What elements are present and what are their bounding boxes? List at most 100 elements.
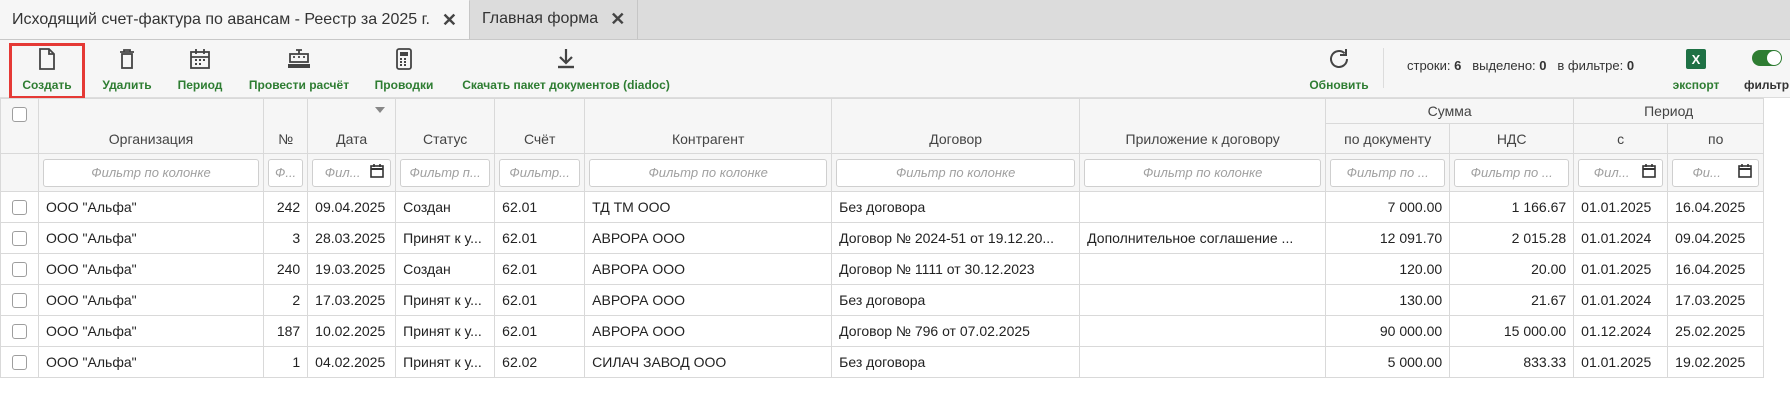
cell-contractor[interactable]: АВРОРА ООО: [584, 222, 833, 254]
calculate-button[interactable]: Провести расчёт: [244, 46, 354, 96]
table-row[interactable]: ООО "Альфа" 240 19.03.2025 Создан 62.01 АВРОР…: [0, 253, 1765, 285]
tab-registry[interactable]: Исходящий счет-фактура по авансам - Реес…: [0, 0, 470, 39]
cell-appendix[interactable]: [1079, 315, 1327, 347]
create-button[interactable]: Создать: [9, 43, 85, 99]
col-contractor-header[interactable]: Контрагент: [584, 98, 833, 154]
row-checkbox[interactable]: [12, 231, 27, 247]
cell-vat[interactable]: 2 015.28: [1449, 222, 1575, 254]
cell-contractor[interactable]: ТД ТМ ООО: [584, 191, 833, 223]
cell-from[interactable]: 01.12.2024: [1573, 315, 1669, 347]
cell-account[interactable]: 62.01: [494, 253, 586, 285]
cell-account[interactable]: 62.01: [494, 191, 586, 223]
row-checkbox[interactable]: [12, 262, 27, 278]
row-checkbox[interactable]: [12, 355, 27, 371]
col-date-header[interactable]: Дата: [307, 98, 397, 154]
cell-contract[interactable]: Договор № 1111 от 30.12.2023: [831, 253, 1081, 285]
cell-contract[interactable]: Без договора: [831, 191, 1081, 223]
cell-to[interactable]: 25.02.2025: [1667, 315, 1765, 347]
filter-toggle[interactable]: фильтр: [1738, 46, 1790, 96]
cell-date[interactable]: 19.03.2025: [307, 253, 397, 285]
by-doc-filter-input[interactable]: Фильтр по ...: [1330, 158, 1446, 187]
table-row[interactable]: ООО "Альфа" 2 17.03.2025 Принят к у... 62.01…: [0, 284, 1765, 316]
row-checkbox[interactable]: [12, 324, 27, 340]
cell-org[interactable]: ООО "Альфа": [38, 253, 264, 285]
cell-status[interactable]: Принят к у...: [395, 346, 496, 378]
table-row[interactable]: ООО "Альфа" 242 09.04.2025 Создан 62.01 ТД ТМ…: [0, 191, 1765, 223]
cell-date[interactable]: 28.03.2025: [307, 222, 397, 254]
cell-status[interactable]: Принят к у...: [395, 222, 496, 254]
cell-by-doc[interactable]: 5 000.00: [1325, 346, 1451, 378]
cell-date[interactable]: 09.04.2025: [307, 191, 397, 223]
vat-filter-input[interactable]: Фильтр по ...: [1454, 158, 1570, 187]
cell-from[interactable]: 01.01.2024: [1573, 284, 1669, 316]
contract-filter-input[interactable]: Фильтр по колонке: [836, 158, 1076, 187]
calendar-icon[interactable]: [1642, 164, 1656, 181]
cell-from[interactable]: 01.01.2025: [1573, 346, 1669, 378]
cell-num[interactable]: 187: [262, 315, 309, 347]
col-from-header[interactable]: с: [1573, 123, 1669, 154]
cell-vat[interactable]: 20.00: [1449, 253, 1575, 285]
cell-from[interactable]: 01.01.2024: [1573, 222, 1669, 254]
cell-to[interactable]: 16.04.2025: [1667, 191, 1765, 223]
from-filter-input[interactable]: Фил...: [1578, 158, 1664, 187]
org-filter-input[interactable]: Фильтр по колонке: [43, 158, 259, 187]
cell-to[interactable]: 19.02.2025: [1667, 346, 1765, 378]
cell-vat[interactable]: 1 166.67: [1449, 191, 1575, 223]
select-all-checkbox[interactable]: [12, 106, 27, 122]
col-num-header[interactable]: №: [262, 98, 309, 154]
to-filter-input[interactable]: Фи...: [1672, 158, 1760, 187]
cell-status[interactable]: Создан: [395, 191, 496, 223]
calendar-icon[interactable]: [370, 164, 384, 181]
cell-to[interactable]: 09.04.2025: [1667, 222, 1765, 254]
cell-num[interactable]: 1: [262, 346, 309, 378]
cell-vat[interactable]: 833.33: [1449, 346, 1575, 378]
col-to-header[interactable]: по: [1667, 123, 1765, 154]
col-by-doc-header[interactable]: по документу: [1325, 123, 1451, 154]
col-status-header[interactable]: Статус: [395, 98, 496, 154]
cell-appendix[interactable]: [1079, 191, 1327, 223]
cell-date[interactable]: 10.02.2025: [307, 315, 397, 347]
tab-main-form[interactable]: Главная форма ✕: [470, 0, 639, 39]
col-appendix-header[interactable]: Приложение к договору: [1079, 98, 1327, 154]
cell-contract[interactable]: Без договора: [831, 284, 1081, 316]
cell-by-doc[interactable]: 90 000.00: [1325, 315, 1451, 347]
cell-to[interactable]: 16.04.2025: [1667, 253, 1765, 285]
cell-date[interactable]: 17.03.2025: [307, 284, 397, 316]
cell-num[interactable]: 242: [262, 191, 309, 223]
cell-account[interactable]: 62.01: [494, 284, 586, 316]
cell-num[interactable]: 240: [262, 253, 309, 285]
cell-vat[interactable]: 21.67: [1449, 284, 1575, 316]
cell-contractor[interactable]: АВРОРА ООО: [584, 284, 833, 316]
cell-by-doc[interactable]: 7 000.00: [1325, 191, 1451, 223]
refresh-button[interactable]: Обновить: [1304, 46, 1374, 96]
table-row[interactable]: ООО "Альфа" 1 04.02.2025 Принят к у... 62.02…: [0, 346, 1765, 378]
cell-to[interactable]: 17.03.2025: [1667, 284, 1765, 316]
col-account-header[interactable]: Счёт: [494, 98, 586, 154]
cell-from[interactable]: 01.01.2025: [1573, 191, 1669, 223]
cell-account[interactable]: 62.02: [494, 346, 586, 378]
cell-appendix[interactable]: [1079, 346, 1327, 378]
table-row[interactable]: ООО "Альфа" 187 10.02.2025 Принят к у... 62.…: [0, 315, 1765, 347]
table-row[interactable]: ООО "Альфа" 3 28.03.2025 Принят к у... 62.01…: [0, 222, 1765, 254]
cell-date[interactable]: 04.02.2025: [307, 346, 397, 378]
cell-from[interactable]: 01.01.2025: [1573, 253, 1669, 285]
account-filter-input[interactable]: Фильтр...: [499, 158, 581, 187]
row-checkbox[interactable]: [12, 293, 27, 309]
cell-appendix[interactable]: [1079, 284, 1327, 316]
cell-contractor[interactable]: АВРОРА ООО: [584, 253, 833, 285]
cell-org[interactable]: ООО "Альфа": [38, 191, 264, 223]
cell-contractor[interactable]: СИЛАЧ ЗАВОД ООО: [584, 346, 833, 378]
cell-num[interactable]: 3: [262, 222, 309, 254]
cell-by-doc[interactable]: 12 091.70: [1325, 222, 1451, 254]
export-button[interactable]: X экспорт: [1666, 46, 1726, 96]
cell-status[interactable]: Создан: [395, 253, 496, 285]
cell-account[interactable]: 62.01: [494, 315, 586, 347]
cell-status[interactable]: Принят к у...: [395, 284, 496, 316]
cell-appendix[interactable]: [1079, 253, 1327, 285]
cell-org[interactable]: ООО "Альфа": [38, 222, 264, 254]
cell-by-doc[interactable]: 120.00: [1325, 253, 1451, 285]
cell-org[interactable]: ООО "Альфа": [38, 284, 264, 316]
cell-org[interactable]: ООО "Альфа": [38, 346, 264, 378]
cell-contract[interactable]: Договор № 2024-51 от 19.12.20...: [831, 222, 1081, 254]
period-button[interactable]: Период: [170, 46, 230, 96]
